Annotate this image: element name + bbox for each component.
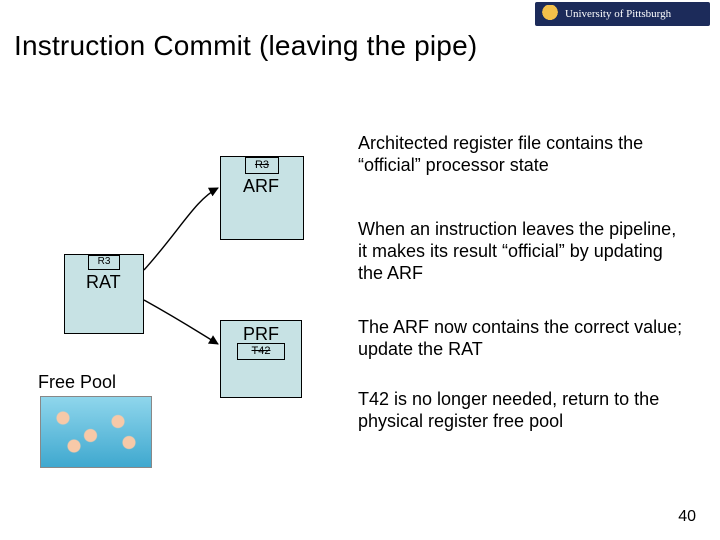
paragraph-arf: Architected register file contains the “… — [358, 132, 690, 176]
brand-badge: University of Pittsburgh — [535, 2, 710, 26]
prf-cell: T42 — [237, 343, 285, 360]
rat-label: RAT — [86, 272, 121, 293]
page-number: 40 — [678, 508, 696, 526]
shield-icon — [541, 5, 559, 23]
slide-title: Instruction Commit (leaving the pipe) — [14, 30, 477, 62]
arf-head-cell: R3 — [245, 157, 279, 174]
free-pool-label: Free Pool — [38, 372, 116, 393]
paragraph-free-pool: T42 is no longer needed, return to the p… — [358, 388, 690, 432]
arf-label: ARF — [243, 176, 279, 197]
slide: University of Pittsburgh Instruction Com… — [0, 0, 720, 540]
paragraph-commit: When an instruction leaves the pipeline,… — [358, 218, 690, 284]
rat-head-cell: R3 — [88, 255, 120, 270]
paragraph-update-rat: The ARF now contains the correct value; … — [358, 316, 690, 360]
brand-text: University of Pittsburgh — [565, 8, 671, 20]
prf-label: PRF — [243, 324, 279, 345]
free-pool-illustration — [40, 396, 152, 468]
